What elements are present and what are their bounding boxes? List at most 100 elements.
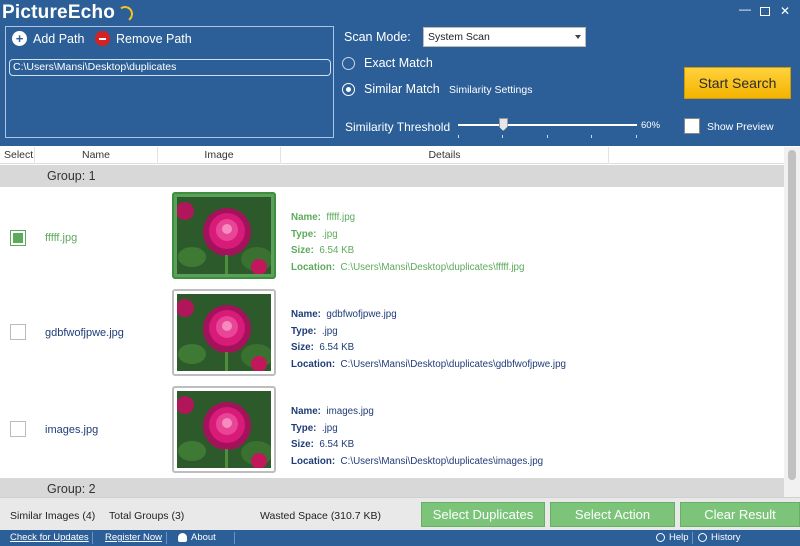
exact-match-radio[interactable] [342,57,355,70]
results-list: Group: 1 fffff.jpg Name: fffff.jpg Type:… [0,165,784,497]
detail-name-value: gdbfwofjpwe.jpg [326,309,397,320]
similar-match-radio[interactable] [342,83,355,96]
help-label: Help [669,532,689,543]
detail-type-label: Type: [291,422,317,434]
show-preview-label: Show Preview [707,121,774,133]
similarity-threshold-slider[interactable] [458,124,637,126]
file-name: fffff.jpg [45,232,78,244]
detail-size-value: 6.54 KB [319,439,355,450]
scan-mode-label: Scan Mode: [344,30,411,44]
close-button[interactable]: ✕ [776,3,794,19]
plus-icon: + [12,31,27,46]
similar-images-count: Similar Images (4) [10,510,96,522]
detail-location-value: C:\Users\Mansi\Desktop\duplicates\fffff.… [340,261,525,273]
help-link[interactable]: Help [656,532,689,543]
minus-icon [95,31,110,46]
slider-tick [547,135,548,138]
remove-path-button[interactable]: Remove Path [95,31,192,46]
detail-location-value: C:\Users\Mansi\Desktop\duplicates\images… [340,455,544,467]
start-search-button[interactable]: Start Search [684,67,791,99]
history-icon [698,533,707,542]
table-row[interactable]: fffff.jpg Name: fffff.jpg Type: .jpg Siz… [0,191,784,287]
about-link[interactable]: About [178,532,216,543]
flower-image-icon [177,391,271,468]
file-name: gdbfwofjpwe.jpg [45,327,124,339]
slider-thumb[interactable] [498,118,508,131]
slider-tick [502,135,503,138]
minimize-icon: — [739,2,751,16]
column-image[interactable]: Image [158,147,281,164]
results-scrollbar[interactable] [784,147,800,497]
total-groups-count: Total Groups (3) [109,510,185,522]
app-logo-text: PictureEcho [2,2,116,23]
add-path-label: Add Path [33,31,85,46]
history-link[interactable]: History [698,532,741,543]
detail-type-value: .jpg [321,422,338,434]
similarity-settings-link[interactable]: Similarity Settings [449,84,532,96]
path-list-item[interactable]: C:\Users\Mansi\Desktop\duplicates [9,59,331,76]
detail-location-value: C:\Users\Mansi\Desktop\duplicates\gdbfwo… [340,358,566,370]
scrollbar-thumb[interactable] [788,150,796,480]
detail-name-label: Name: [291,212,321,223]
top-header: PictureEcho — ✕ + Add Path Remove Path C… [0,0,800,146]
image-thumbnail[interactable] [172,386,276,473]
file-details: Name: images.jpg Type: .jpg Size: 6.54 K… [291,404,543,470]
column-details[interactable]: Details [281,147,609,164]
detail-size-label: Size: [291,439,314,450]
detail-type-value: .jpg [321,325,338,337]
exact-match-label[interactable]: Exact Match [364,56,433,70]
register-now-link[interactable]: Register Now [105,532,162,543]
history-label: History [711,532,741,543]
maximize-button[interactable] [756,3,774,19]
similarity-threshold-value: 60% [641,120,661,131]
minimize-button[interactable]: — [736,1,754,17]
image-thumbnail[interactable] [172,289,276,376]
group-header: Group: 2 [0,478,784,497]
app-logo: PictureEcho [2,2,131,24]
detail-name-value: images.jpg [326,406,374,417]
table-row[interactable]: images.jpg Name: images.jpg Type: .jpg S… [0,385,784,481]
summary-bar: Similar Images (4) Total Groups (3) Wast… [0,497,800,531]
table-row[interactable]: gdbfwofjpwe.jpg Name: gdbfwofjpwe.jpg Ty… [0,288,784,384]
maximize-icon [760,6,770,16]
select-duplicates-button[interactable]: Select Duplicates [421,502,545,527]
path-panel: + Add Path Remove Path C:\Users\Mansi\De… [5,26,334,138]
row-checkbox[interactable] [10,230,26,246]
group-header: Group: 1 [0,165,784,187]
image-thumbnail[interactable] [172,192,276,279]
detail-name-label: Name: [291,406,321,417]
row-checkbox[interactable] [10,421,26,437]
flower-image-icon [177,197,271,274]
divider [692,532,693,544]
detail-name-value: fffff.jpg [326,212,356,223]
detail-size-label: Size: [291,245,314,256]
file-name: images.jpg [45,424,99,436]
slider-tick [636,135,637,138]
status-bar: Check for Updates Register Now About Hel… [0,530,800,546]
detail-name-label: Name: [291,309,321,320]
add-path-button[interactable]: + Add Path [12,31,84,46]
close-icon: ✕ [779,4,791,18]
clear-result-button[interactable]: Clear Result [680,502,800,527]
results-column-header: Select Name Image Details [0,147,784,164]
column-select[interactable]: Select [0,147,35,164]
similarity-threshold-label: Similarity Threshold [345,120,451,134]
detail-type-label: Type: [291,325,317,337]
remove-path-label: Remove Path [116,31,192,46]
column-name[interactable]: Name [35,147,158,164]
check-updates-link[interactable]: Check for Updates [10,532,89,543]
scan-mode-select[interactable]: System Scan [423,27,586,47]
divider [92,532,93,544]
about-label: About [191,532,216,543]
detail-size-label: Size: [291,342,314,353]
slider-tick [591,135,592,138]
detail-size-value: 6.54 KB [319,245,355,256]
select-action-button[interactable]: Select Action [550,502,675,527]
detail-location-label: Location: [291,455,336,467]
similar-match-label[interactable]: Similar Match [364,82,440,96]
row-checkbox[interactable] [10,324,26,340]
divider [234,532,235,544]
divider [166,532,167,544]
show-preview-checkbox[interactable] [684,118,700,134]
detail-location-label: Location: [291,358,336,370]
